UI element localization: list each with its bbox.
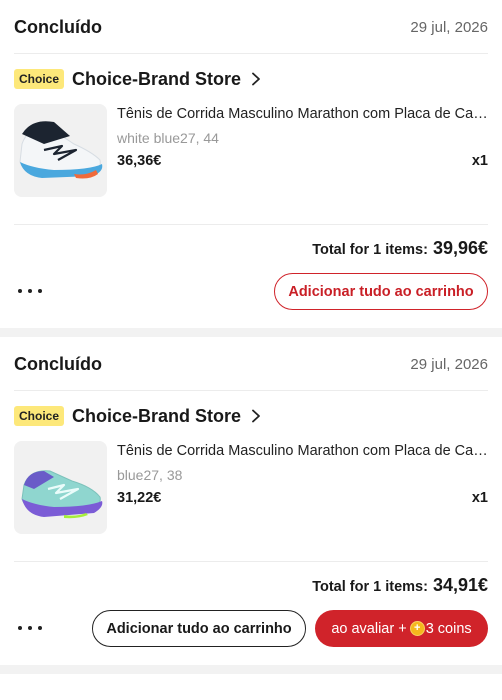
order-total: Total for 1 items: 39,96€: [312, 238, 488, 259]
product-image[interactable]: [14, 441, 107, 534]
order-header: Concluído 29 jul, 2026: [14, 0, 488, 54]
review-for-coins-button[interactable]: ao avaliar + + 3 coins: [315, 610, 488, 647]
more-dots-icon[interactable]: [18, 280, 42, 302]
store-name: Choice-Brand Store: [72, 68, 242, 89]
add-all-to-cart-button[interactable]: Adicionar tudo ao carrinho: [274, 273, 488, 310]
order-header: Concluído 29 jul, 2026: [14, 337, 488, 391]
choice-badge: Choice: [14, 406, 65, 426]
divider: [14, 224, 488, 225]
shoe-image: [14, 441, 107, 534]
product-title[interactable]: Tênis de Corrida Masculino Marathon com …: [117, 106, 489, 122]
store-link[interactable]: Choice Choice-Brand Store: [14, 68, 262, 90]
product-variant: white blue27, 44: [117, 130, 219, 146]
product-quantity: x1: [471, 153, 488, 169]
review-coins: 3 coins: [425, 620, 472, 637]
order-date: 29 jul, 2026: [410, 356, 488, 373]
review-label: ao avaliar +: [331, 620, 407, 637]
order-card: Concluído 29 jul, 2026 Choice Choice-Bra…: [0, 0, 502, 328]
order-card: Concluído 29 jul, 2026 Choice Choice-Bra…: [0, 337, 502, 665]
store-link[interactable]: Choice Choice-Brand Store: [14, 405, 262, 427]
order-status: Concluído: [14, 17, 102, 37]
shoe-image: [14, 104, 107, 197]
chevron-right-icon: [252, 72, 260, 86]
order-status: Concluído: [14, 354, 102, 374]
total-value: 34,91€: [432, 575, 488, 595]
chevron-right-icon: [252, 409, 260, 423]
product-title[interactable]: Tênis de Corrida Masculino Marathon com …: [117, 443, 489, 459]
product-price: 36,36€: [117, 153, 162, 169]
next-order-card: [0, 674, 502, 700]
more-dots-icon[interactable]: [18, 617, 42, 639]
add-all-to-cart-button[interactable]: Adicionar tudo ao carrinho: [92, 610, 306, 647]
total-label: Total for 1 items:: [312, 242, 428, 258]
total-value: 39,96€: [432, 238, 488, 258]
product-quantity: x1: [471, 490, 488, 506]
store-name: Choice-Brand Store: [72, 405, 242, 426]
divider: [14, 561, 488, 562]
product-variant: blue27, 38: [117, 467, 183, 483]
choice-badge: Choice: [14, 69, 65, 89]
coin-icon: +: [409, 621, 425, 636]
order-total: Total for 1 items: 34,91€: [312, 575, 488, 596]
total-label: Total for 1 items:: [312, 579, 428, 595]
product-price: 31,22€: [117, 490, 162, 506]
order-date: 29 jul, 2026: [410, 19, 488, 36]
product-image[interactable]: [14, 104, 107, 197]
